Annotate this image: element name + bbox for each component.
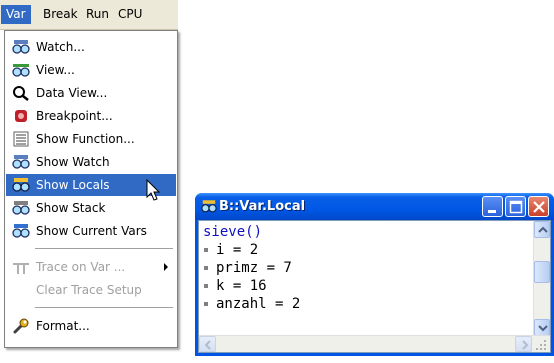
window-title: B::Var.Local xyxy=(219,199,306,214)
menu-item-label: Show Stack xyxy=(36,201,106,215)
glasses-icon xyxy=(201,200,217,213)
menu-item-label: Show Current Vars xyxy=(36,224,147,238)
menu-item-trace-on-var[interactable]: Trace on Var ... xyxy=(6,256,176,278)
glasses-icon xyxy=(12,40,30,54)
minimize-button[interactable] xyxy=(482,196,503,217)
menu-var[interactable]: Var xyxy=(1,5,31,24)
scroll-left-button[interactable] xyxy=(199,336,216,352)
var-local-window: B::Var.Local sieve() i = 2 primz = 7 k =… xyxy=(195,193,554,356)
menu-item-view[interactable]: View... xyxy=(6,59,176,81)
list-item[interactable]: i = 2 xyxy=(203,241,258,259)
scroll-thumb[interactable] xyxy=(534,261,550,283)
resize-grip-icon[interactable] xyxy=(535,339,548,352)
glasses-icon xyxy=(12,155,30,169)
menu-item-show-function[interactable]: Show Function... xyxy=(6,128,176,150)
vertical-scrollbar[interactable] xyxy=(533,221,550,336)
menu-separator xyxy=(35,248,173,250)
menu-item-data-view[interactable]: Data View... xyxy=(6,82,176,104)
menu-item-label: Watch... xyxy=(36,40,85,54)
menu-item-label: Clear Trace Setup xyxy=(36,283,142,297)
menu-item-label: Show Watch xyxy=(36,155,110,169)
chevron-up-icon xyxy=(538,226,548,233)
locals-function-header[interactable]: sieve() xyxy=(203,223,262,241)
menu-item-label: View... xyxy=(36,63,75,77)
bullet-icon xyxy=(204,284,208,288)
scroll-down-button[interactable] xyxy=(534,319,550,336)
menu-item-format[interactable]: Format... xyxy=(6,315,176,337)
menu-item-label: Breakpoint... xyxy=(36,109,113,123)
menu-break[interactable]: Break xyxy=(38,5,83,24)
glasses-icon xyxy=(12,64,30,77)
horizontal-scrollbar[interactable] xyxy=(199,335,550,352)
trace-icon xyxy=(13,263,29,274)
menu-separator xyxy=(35,307,173,309)
local-variable-text: anzahl = 2 xyxy=(216,296,301,312)
submenu-arrow-icon xyxy=(164,263,168,271)
mouse-cursor-icon xyxy=(146,179,161,201)
bullet-icon xyxy=(204,302,208,306)
local-variable-text: primz = 7 xyxy=(216,260,292,276)
menu-item-label: Trace on Var ... xyxy=(36,260,126,274)
menu-run[interactable]: Run xyxy=(81,5,114,24)
local-variable-text: k = 16 xyxy=(216,278,267,294)
menu-item-breakpoint[interactable]: Breakpoint... xyxy=(6,105,176,127)
minimize-icon xyxy=(488,210,496,213)
menu-item-label: Format... xyxy=(36,319,90,333)
bullet-icon xyxy=(204,266,208,270)
menu-item-label: Show Function... xyxy=(36,132,135,146)
glasses-icon xyxy=(12,224,30,238)
function-list-icon xyxy=(13,131,29,147)
scroll-right-button[interactable] xyxy=(515,336,532,352)
glasses-icon xyxy=(12,178,30,192)
menu-item-label: Data View... xyxy=(36,86,108,100)
locals-list: sieve() i = 2 primz = 7 k = 16 anzahl = … xyxy=(199,221,532,336)
list-item[interactable]: k = 16 xyxy=(203,277,267,295)
menu-item-label: Show Locals xyxy=(36,178,110,192)
close-icon xyxy=(533,201,545,213)
menu-item-watch[interactable]: Watch... xyxy=(6,36,176,58)
bullet-icon xyxy=(204,248,208,252)
close-button[interactable] xyxy=(528,196,549,217)
magnifier-icon xyxy=(13,86,29,101)
local-variable-text: i = 2 xyxy=(216,242,259,258)
wrench-icon xyxy=(13,318,29,334)
breakpoint-icon xyxy=(15,110,27,122)
scroll-up-button[interactable] xyxy=(534,221,550,238)
menu-item-show-watch[interactable]: Show Watch xyxy=(6,151,176,173)
menu-item-clear-trace-setup[interactable]: Clear Trace Setup xyxy=(6,279,176,301)
list-item[interactable]: primz = 7 xyxy=(203,259,292,277)
maximize-button[interactable] xyxy=(505,196,526,217)
maximize-icon xyxy=(509,200,523,214)
glasses-icon xyxy=(12,201,30,215)
list-item[interactable]: anzahl = 2 xyxy=(203,295,300,313)
window-client-area: sieve() i = 2 primz = 7 k = 16 anzahl = … xyxy=(198,220,551,353)
window-titlebar[interactable]: B::Var.Local xyxy=(195,193,554,220)
chevron-right-icon xyxy=(522,340,529,350)
menu-cpu[interactable]: CPU xyxy=(113,5,147,24)
chevron-left-icon xyxy=(204,340,211,350)
menu-item-show-current-vars[interactable]: Show Current Vars xyxy=(6,220,176,242)
menu-bar: Var Break Run CPU xyxy=(0,0,178,30)
